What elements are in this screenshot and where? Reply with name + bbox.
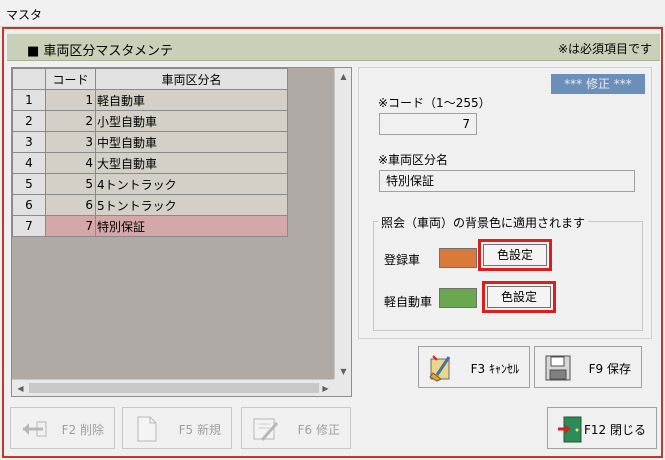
row-number[interactable]: 3 [12,131,46,153]
row-number[interactable]: 1 [12,89,46,111]
registered-color-highlight: 色設定 [478,239,552,271]
registered-color-swatch [439,248,477,268]
new-label: F5 新規 [178,423,221,437]
delete-arrow-icon [23,421,47,437]
column-header-name[interactable]: 車両区分名 [95,68,288,90]
cell-code[interactable]: 6 [45,194,96,216]
required-note: ※は必須項目です [557,42,652,56]
page-title: ■ 車両区分マスタメンテ [27,44,174,59]
grid-table: コード 車両区分名 1 1 軽自動車 2 2 小型自動車 3 3 中型自動車 4… [12,68,288,237]
table-row-selected[interactable]: 7 7 特別保証 [12,215,288,237]
row-number[interactable]: 4 [12,152,46,174]
floppy-disk-icon [545,355,571,381]
close-label: F12 閉じる [584,423,646,437]
mode-badge: *** 修正 *** [551,74,645,94]
row-number[interactable]: 6 [12,194,46,216]
cell-name[interactable]: 小型自動車 [95,110,288,132]
window-title: マスタ [6,8,43,22]
scroll-down-icon[interactable]: ▼ [335,363,352,380]
broom-icon [429,355,451,382]
edit-button[interactable]: F6 修正 [241,407,351,449]
code-label: ※コード（1～255） [378,96,491,110]
name-field[interactable]: 特別保証 [379,170,635,192]
delete-button[interactable]: F2 削除 [10,407,115,449]
save-button[interactable]: F9 保存 [534,346,642,388]
save-label: F9 保存 [588,362,631,376]
cell-code[interactable]: 4 [45,152,96,174]
row-number[interactable]: 5 [12,173,46,195]
table-row[interactable]: 4 4 大型自動車 [12,152,288,174]
kei-car-label: 軽自動車 [384,295,433,309]
scrollbar-corner [334,379,351,396]
cell-name[interactable]: 中型自動車 [95,131,288,153]
table-row[interactable]: 1 1 軽自動車 [12,89,288,111]
cell-code[interactable]: 5 [45,173,96,195]
table-row[interactable]: 3 3 中型自動車 [12,131,288,153]
row-number[interactable]: 2 [12,110,46,132]
color-group-title: 照会（車両）の背景色に適用されます [378,214,589,231]
grid-header-row: コード 車両区分名 [12,68,288,90]
window-titlebar: マスタ [0,0,665,27]
cancel-label: F3 ｷｬﾝｾﾙ [470,362,519,376]
color-settings-group: 照会（車両）の背景色に適用されます 登録車 色設定 軽自動車 色設定 [373,214,643,331]
cell-name[interactable]: 4トントラック [95,173,288,195]
edit-form: *** 修正 *** ※コード（1～255） 7 ※車両区分名 特別保証 照会（… [358,67,652,339]
registered-car-label: 登録車 [384,253,421,267]
table-row[interactable]: 2 2 小型自動車 [12,110,288,132]
edit-document-icon [253,418,279,441]
edit-label: F6 修正 [297,423,340,437]
scroll-left-icon[interactable]: ◀ [12,380,29,397]
close-button[interactable]: F12 閉じる [547,407,657,449]
cell-name[interactable]: 5トントラック [95,194,288,216]
cell-name[interactable]: 特別保証 [95,215,288,237]
scroll-up-icon[interactable]: ▲ [335,68,352,85]
vertical-scrollbar[interactable]: ▲ ▼ [334,68,351,380]
cell-code[interactable]: 3 [45,131,96,153]
code-field[interactable]: 7 [379,113,477,135]
new-button[interactable]: F5 新規 [122,407,232,449]
column-header-code[interactable]: コード [45,68,96,90]
new-document-icon [137,416,157,442]
vehicle-class-grid: コード 車両区分名 1 1 軽自動車 2 2 小型自動車 3 3 中型自動車 4… [11,67,352,397]
registered-color-button[interactable]: 色設定 [483,244,547,266]
cell-name[interactable]: 大型自動車 [95,152,288,174]
cell-code[interactable]: 7 [45,215,96,237]
table-row[interactable]: 5 5 4トントラック [12,173,288,195]
kei-color-button[interactable]: 色設定 [487,286,551,308]
kei-color-swatch [439,288,477,308]
exit-door-icon [558,416,582,443]
scroll-right-icon[interactable]: ▶ [317,380,334,397]
main-frame: ■ 車両区分マスタメンテ ※は必須項目です コード 車両区分名 1 1 軽自動車… [2,27,663,458]
header-bar: ■ 車両区分マスタメンテ ※は必須項目です [7,33,660,61]
horizontal-scrollbar[interactable]: ◀ ▶ [12,379,334,396]
table-row[interactable]: 6 6 5トントラック [12,194,288,216]
kei-color-highlight: 色設定 [482,281,556,313]
cancel-button[interactable]: F3 ｷｬﾝｾﾙ [418,346,530,388]
name-label: ※車両区分名 [378,153,449,167]
cell-code[interactable]: 2 [45,110,96,132]
row-number[interactable]: 7 [12,215,46,237]
cell-code[interactable]: 1 [45,89,96,111]
horizontal-scroll-thumb[interactable] [29,383,319,393]
cell-name[interactable]: 軽自動車 [95,89,288,111]
delete-label: F2 削除 [61,423,104,437]
grid-corner [12,68,46,90]
